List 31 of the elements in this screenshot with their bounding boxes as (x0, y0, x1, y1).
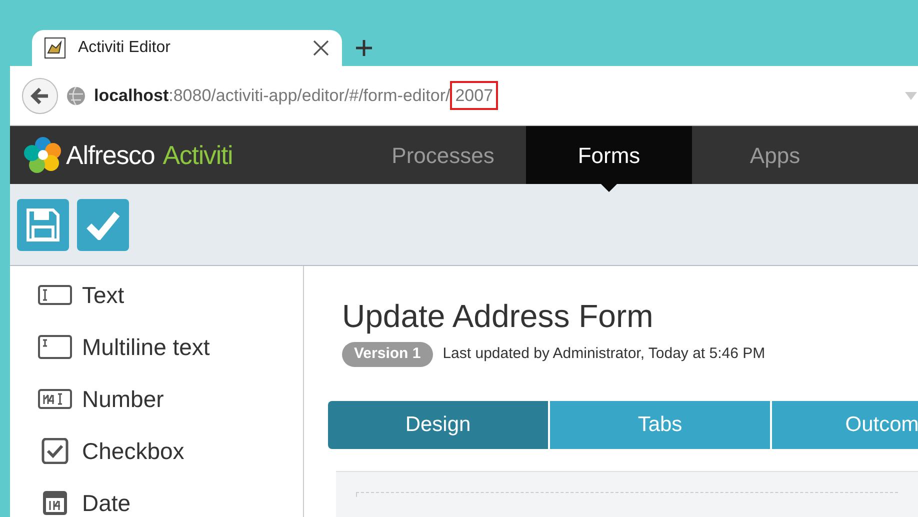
address-field[interactable]: localhost:8080/activiti-app/editor/#/form-editor/ 2007 (94, 80, 896, 110)
palette-item[interactable]: Multiline text (38, 334, 303, 360)
number-field-icon (38, 386, 72, 412)
save-button[interactable] (17, 198, 69, 250)
url-host: localhost (94, 84, 169, 107)
nav-tab[interactable]: Processes (360, 126, 526, 184)
validate-button[interactable] (77, 198, 129, 250)
flower-logo-icon (24, 136, 62, 174)
tab-title: Activiti Editor (78, 38, 172, 58)
logo-product-text: Activiti (162, 138, 233, 172)
close-icon[interactable] (312, 39, 330, 57)
url-path: :8080/activiti-app/editor/#/form-editor/ (168, 84, 450, 107)
logo-text: Alfresco (66, 138, 155, 172)
palette-item[interactable]: Date (38, 490, 303, 516)
palette-item[interactable]: Checkbox (38, 438, 303, 464)
globe-icon (66, 86, 86, 106)
new-tab-icon[interactable] (354, 38, 374, 58)
highlighted-id: 2007 (450, 80, 498, 110)
last-updated-text: Last updated by Administrator, Today at 5:46 PM (442, 344, 766, 364)
form-tab[interactable]: Design (328, 400, 548, 448)
back-arrow-icon (30, 86, 50, 104)
form-title: Update Address Form (342, 297, 654, 336)
textarea-icon (38, 334, 72, 360)
checkmark-icon (86, 210, 120, 240)
nav-tab[interactable]: Apps (692, 126, 858, 184)
version-badge: Version 1 (342, 342, 433, 366)
palette-item[interactable]: Text (38, 282, 303, 308)
back-button[interactable] (22, 78, 58, 114)
browser-tab[interactable]: Activiti Editor (32, 30, 342, 66)
text-field-icon (38, 282, 72, 308)
palette-item[interactable]: Number (38, 386, 303, 412)
